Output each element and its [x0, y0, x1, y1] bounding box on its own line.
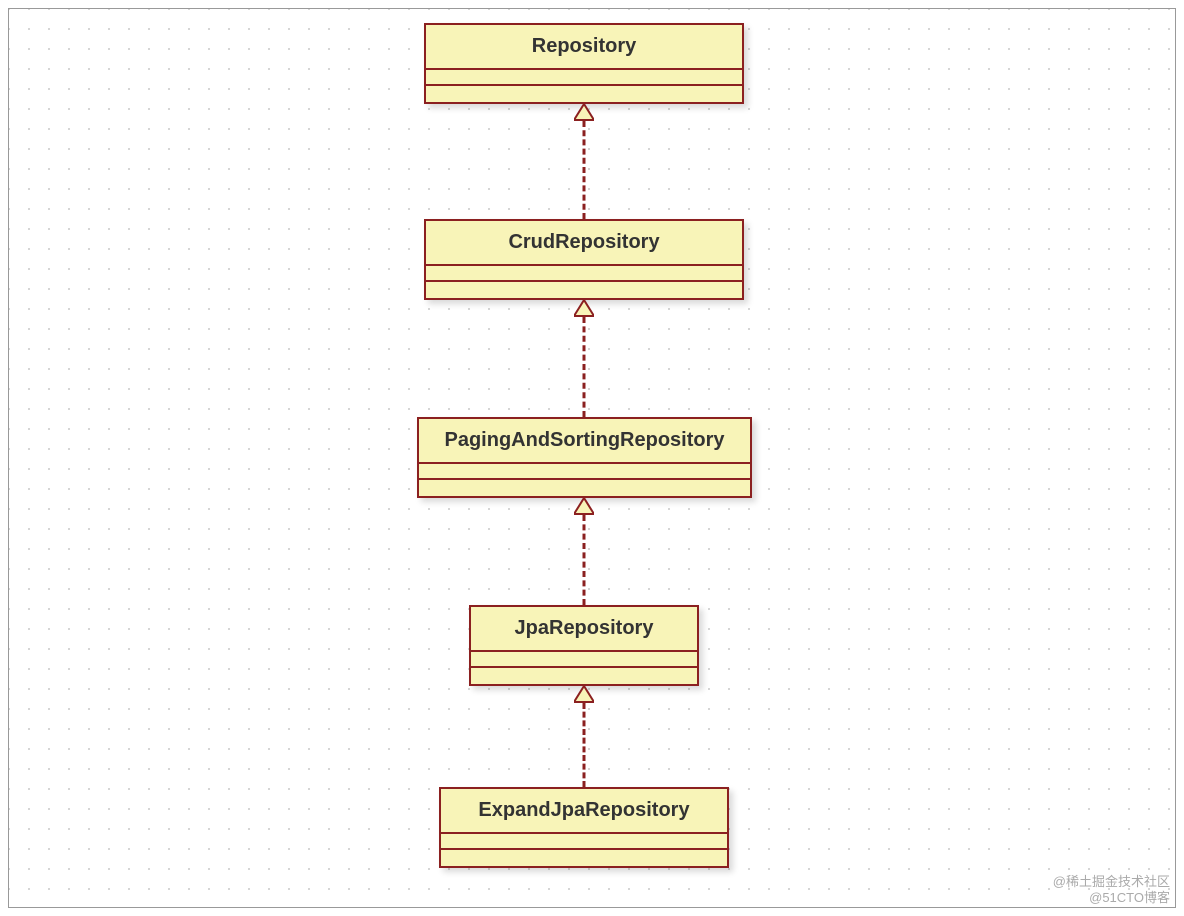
watermark-text: @51CTO博客	[1089, 887, 1170, 906]
uml-attributes	[419, 464, 750, 480]
uml-class-title: ExpandJpaRepository	[441, 789, 727, 834]
uml-operations	[426, 86, 742, 102]
uml-operations	[426, 282, 742, 298]
uml-attributes	[426, 266, 742, 282]
inheritance-arrow	[574, 105, 594, 219]
uml-attributes	[426, 70, 742, 86]
uml-attributes	[471, 652, 697, 668]
inheritance-arrow	[574, 499, 594, 605]
diagram-canvas: Repository CrudRepository PagingAndSorti…	[8, 8, 1176, 908]
arrow-line	[583, 703, 586, 787]
uml-class-crudrepository: CrudRepository	[424, 219, 744, 300]
uml-class-jparepository: JpaRepository	[469, 605, 699, 686]
arrow-line	[583, 317, 586, 417]
uml-class-title: Repository	[426, 25, 742, 70]
uml-operations	[419, 480, 750, 496]
uml-attributes	[441, 834, 727, 850]
uml-class-expandjparepository: ExpandJpaRepository	[439, 787, 729, 868]
uml-class-title: JpaRepository	[471, 607, 697, 652]
arrow-line	[583, 121, 586, 219]
uml-class-title: CrudRepository	[426, 221, 742, 266]
inheritance-arrow	[574, 301, 594, 417]
uml-operations	[441, 850, 727, 866]
uml-class-pagingandsortingrepository: PagingAndSortingRepository	[417, 417, 752, 498]
uml-class-title: PagingAndSortingRepository	[419, 419, 750, 464]
inheritance-arrow	[574, 687, 594, 787]
uml-class-repository: Repository	[424, 23, 744, 104]
arrow-line	[583, 515, 586, 605]
uml-operations	[471, 668, 697, 684]
